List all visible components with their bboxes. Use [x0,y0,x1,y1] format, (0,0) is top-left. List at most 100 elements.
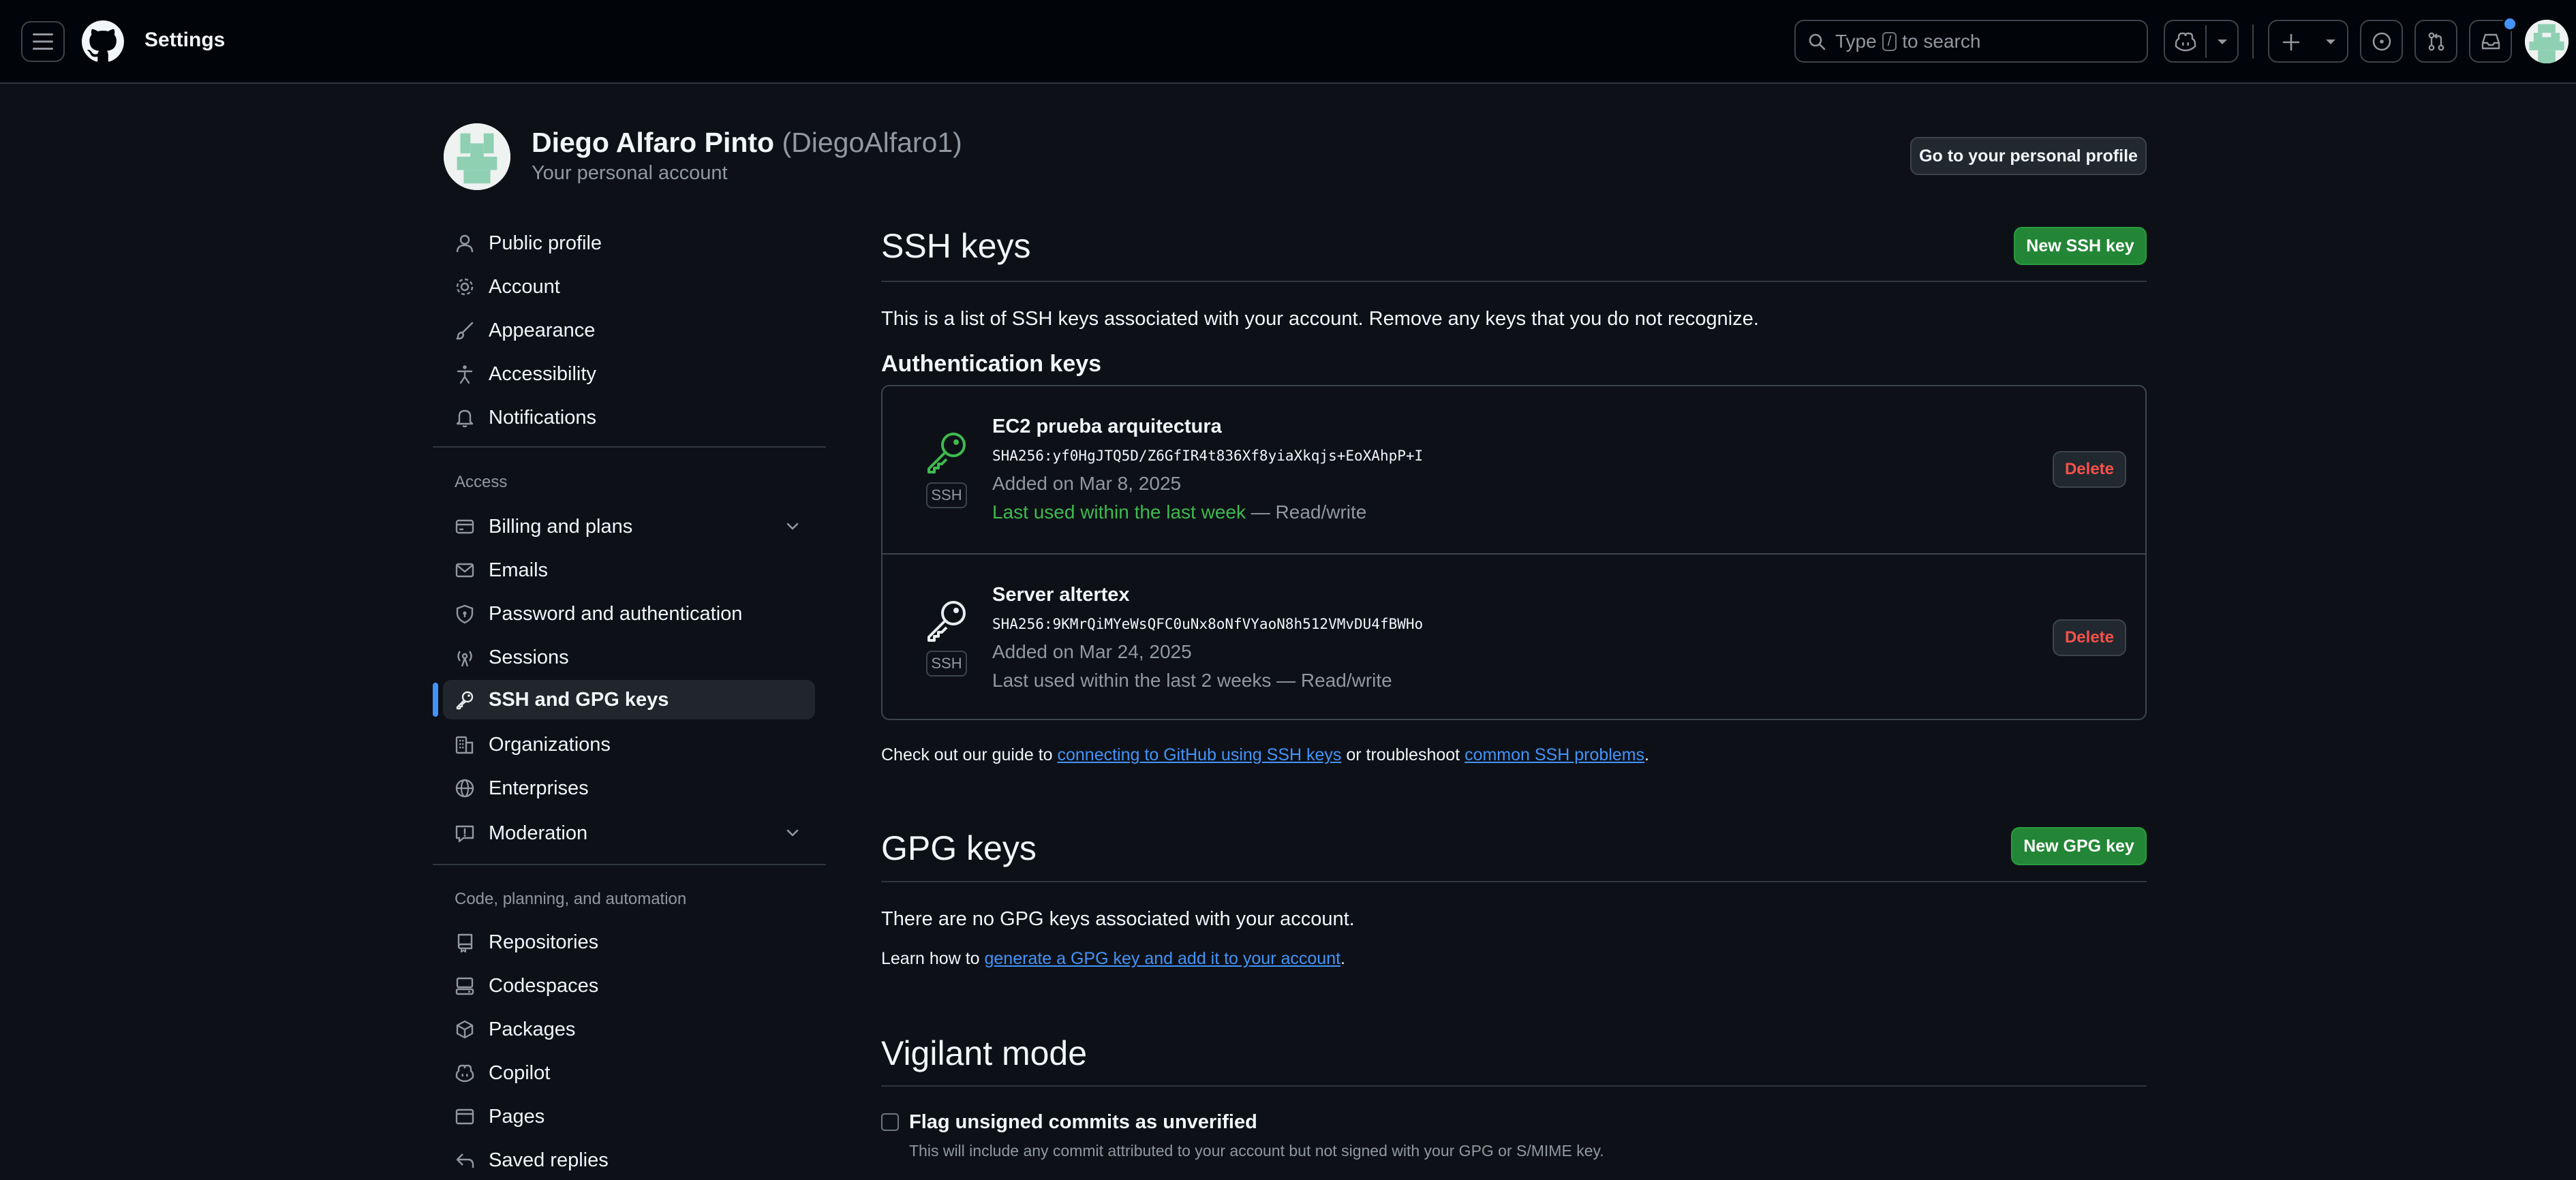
page-context-title[interactable]: Settings [144,29,225,52]
globe-icon [453,777,476,800]
ssh-guide-link[interactable]: connecting to GitHub using SSH keys [1058,745,1342,764]
sidebar-item-public-profile[interactable]: Public profile [443,223,815,263]
sidebar-item-organizations[interactable]: Organizations [443,725,815,764]
key-last-used: Last used within the last 2 weeks — Read… [992,670,1392,692]
sidebar-item-label: Copilot [489,1061,551,1084]
bell-icon [453,406,476,429]
gpg-guide-link[interactable]: generate a GPG key and add it to your ac… [985,949,1341,968]
sidebar-item-password-and-authentication[interactable]: Password and authentication [443,594,815,634]
sidebar-heading-code: Code, planning, and automation [455,890,687,908]
copilot-menu-button[interactable] [2164,20,2239,63]
profile-avatar [444,123,510,190]
sidebar-item-label: Organizations [489,733,611,756]
key-icon [923,595,971,643]
search-input[interactable]: Type / to search [1794,20,2148,63]
pull-requests-button[interactable] [2414,20,2457,63]
sidebar-item-account[interactable]: Account [443,267,815,307]
key-last-used-time: Last used within the last 2 weeks [992,670,1272,691]
organization-icon [453,733,476,756]
key-access: — Read/write [1271,670,1392,691]
sidebar-item-packages[interactable]: Packages [443,1010,815,1049]
sidebar-item-label: Password and authentication [489,602,743,625]
sidebar-item-copilot[interactable]: Copilot [443,1053,815,1093]
sidebar-item-label: SSH and GPG keys [489,688,669,711]
ssh-problems-link[interactable]: common SSH problems [1465,745,1644,764]
chevron-down-icon[interactable] [784,518,801,535]
sidebar-item-label: Repositories [489,931,599,953]
person-icon [453,232,476,255]
sidebar-item-label: Emails [489,559,549,581]
chevron-down-icon [2324,38,2337,46]
ssh-keys-title: SSH keys [881,227,1031,265]
delete-key-button[interactable]: Delete [2053,619,2126,656]
package-icon [453,1018,476,1041]
issues-button[interactable] [2360,20,2403,63]
sidebar-divider [433,446,826,448]
issue-opened-icon [2372,31,2392,52]
header-divider [2252,25,2254,59]
sidebar-item-emails[interactable]: Emails [443,550,815,590]
sidebar-item-pages[interactable]: Pages [443,1097,815,1136]
gpg-empty-text: There are no GPG keys associated with yo… [881,908,1355,930]
paintbrush-icon [453,319,476,342]
new-ssh-key-button[interactable]: New SSH key [2014,227,2147,265]
sidebar-divider [433,864,826,865]
sidebar-item-moderation[interactable]: Moderation [443,813,815,853]
create-new-button[interactable] [2268,20,2348,63]
copilot-divider [2205,25,2207,58]
browser-icon [453,1105,476,1128]
sidebar-item-notifications[interactable]: Notifications [443,398,815,437]
github-logo-icon[interactable] [82,20,124,63]
avatar[interactable] [2525,20,2569,63]
sidebar-item-repositories[interactable]: Repositories [443,922,815,962]
sidebar-item-label: Public profile [489,232,602,254]
git-pull-request-icon [2426,31,2447,52]
gpg-learn-text: Learn how to generate a GPG key and add … [881,949,1345,969]
search-placeholder-after: to search [1902,30,1981,52]
sidebar-item-saved-replies[interactable]: Saved replies [443,1140,815,1180]
sidebar-heading-access: Access [455,473,508,491]
vigilant-checkbox-label[interactable]: Flag unsigned commits as unverified [909,1111,1257,1134]
ssh-badge: SSH [926,482,967,508]
sidebar-item-appearance[interactable]: Appearance [443,311,815,350]
plus-icon [2282,33,2301,52]
key-added-date: Added on Mar 24, 2025 [992,641,1192,662]
sidebar-item-label: Appearance [489,319,596,341]
search-placeholder-before: Type [1835,30,1877,52]
chevron-down-icon[interactable] [2215,38,2229,46]
menu-button[interactable] [21,21,65,62]
sidebar-item-ssh-and-gpg-keys[interactable]: SSH and GPG keys [443,680,815,719]
profile-display-name: Diego Alfaro Pinto [532,127,775,158]
sidebar-item-label: Accessibility [489,362,596,385]
delete-key-button[interactable]: Delete [2053,451,2126,488]
sidebar-item-label: Account [489,275,560,298]
sidebar-item-billing-and-plans[interactable]: Billing and plans [443,507,815,546]
gpg-keys-title: GPG keys [881,829,1037,867]
sidebar-item-accessibility[interactable]: Accessibility [443,354,815,394]
sidebar-item-label: Billing and plans [489,515,633,538]
sidebar-item-label: Enterprises [489,777,589,799]
vigilant-mode-checkbox[interactable] [881,1113,899,1131]
hamburger-icon [33,33,53,50]
sidebar-item-codespaces[interactable]: Codespaces [443,966,815,1006]
copilot-icon [2175,31,2196,52]
sidebar-item-enterprises[interactable]: Enterprises [443,768,815,808]
authentication-keys-heading: Authentication keys [881,351,1102,377]
chevron-down-icon[interactable] [784,824,801,842]
sidebar-item-label: Sessions [489,646,569,668]
sidebar-item-sessions[interactable]: Sessions [443,638,815,677]
key-fingerprint: SHA256:9KMrQiMYeWsQFC0uNx8oNfVYaoN8h512V… [992,616,1424,632]
guide-middle: or troubleshoot [1341,745,1465,764]
shield-lock-icon [453,602,476,625]
learn-prefix: Learn how to [881,949,985,968]
key-fingerprint: SHA256:yf0HgJTQ5D/Z6GfIR4t836Xf8yiaXkqjs… [992,448,1424,464]
section-divider [881,1085,2147,1087]
key-title: Server altertex [992,584,1130,606]
guide-prefix: Check out our guide to [881,745,1058,764]
ssh-description: This is a list of SSH keys associated wi… [881,308,1759,330]
new-gpg-key-button[interactable]: New GPG key [2011,827,2147,865]
go-to-profile-button[interactable]: Go to your personal profile [1910,137,2147,175]
broadcast-icon [453,646,476,669]
sidebar-item-label: Codespaces [489,974,599,997]
inbox-icon [2481,32,2501,51]
